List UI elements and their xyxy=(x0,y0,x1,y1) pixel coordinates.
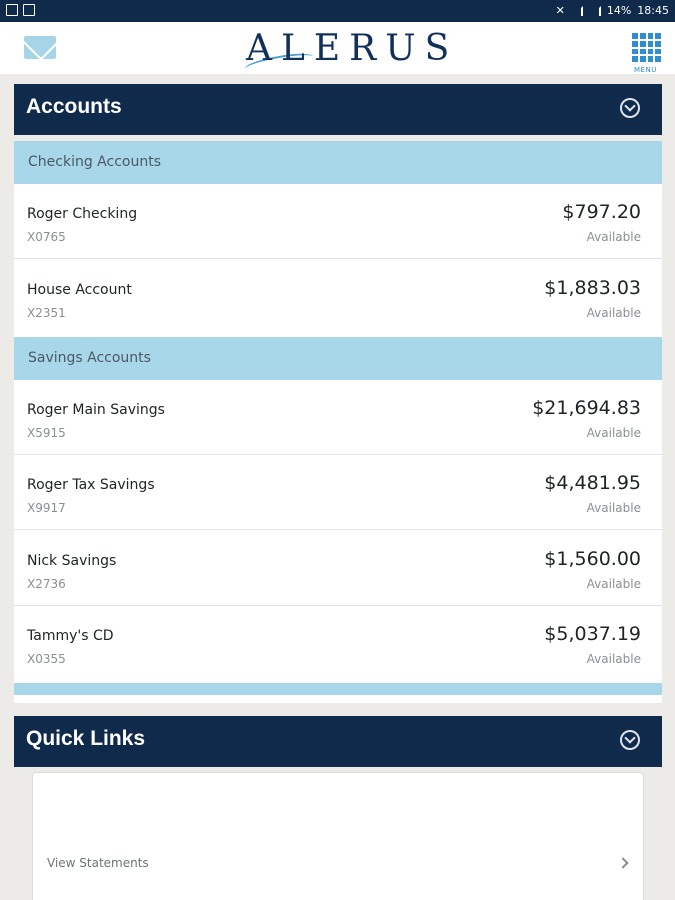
wifi-icon xyxy=(571,5,583,16)
accounts-header[interactable]: Accounts xyxy=(14,84,662,135)
account-balance: $1,560.00 xyxy=(544,548,641,570)
account-number: X5915 xyxy=(27,426,66,440)
photo-notification-icon xyxy=(6,4,18,16)
balance-status: Available xyxy=(586,230,641,244)
collapse-accounts-icon[interactable] xyxy=(620,98,640,118)
quick-link-label: View Statements xyxy=(47,856,149,870)
signal-icon xyxy=(589,5,601,16)
balance-status: Available xyxy=(586,652,641,666)
account-row[interactable]: Nick Savings X2736 $1,560.00 Available xyxy=(14,531,662,606)
quick-links-title: Quick Links xyxy=(26,727,146,750)
account-row[interactable]: Roger Checking X0765 $797.20 Available xyxy=(14,184,662,259)
account-row[interactable]: Roger Main Savings X5915 $21,694.83 Avai… xyxy=(14,380,662,455)
mute-icon: ✕ xyxy=(555,4,565,17)
accounts-title: Accounts xyxy=(26,95,122,118)
section-divider xyxy=(14,683,662,695)
account-number: X0765 xyxy=(27,230,66,244)
account-name: Roger Main Savings xyxy=(27,402,165,418)
account-balance: $797.20 xyxy=(562,201,641,223)
status-bar: ✕ 14% 18:45 xyxy=(0,0,675,22)
mail-icon[interactable] xyxy=(24,36,56,59)
quick-link-view-statements[interactable]: View Statements xyxy=(32,772,644,900)
section-label: Savings Accounts xyxy=(28,350,151,366)
app-header: ALERUS MENU xyxy=(0,22,675,76)
collapse-quick-links-icon[interactable] xyxy=(620,730,640,750)
menu-label[interactable]: MENU xyxy=(634,66,657,74)
accounts-list: Checking Accounts Roger Checking X0765 $… xyxy=(14,141,662,703)
balance-status: Available xyxy=(586,426,641,440)
account-row[interactable]: Roger Tax Savings X9917 $4,481.95 Availa… xyxy=(14,455,662,530)
balance-status: Available xyxy=(586,501,641,515)
balance-status: Available xyxy=(586,577,641,591)
account-number: X2736 xyxy=(27,577,66,591)
balance-status: Available xyxy=(586,306,641,320)
account-name: Roger Checking xyxy=(27,206,138,222)
account-balance: $5,037.19 xyxy=(544,623,641,645)
battery-level: 14% xyxy=(606,4,632,17)
chevron-right-icon xyxy=(617,857,629,869)
account-row[interactable]: Tammy's CD X0355 $5,037.19 Available xyxy=(14,606,662,681)
section-header-checking: Checking Accounts xyxy=(14,141,662,184)
download-notification-icon xyxy=(23,4,35,16)
account-name: Roger Tax Savings xyxy=(27,477,155,493)
section-header-savings: Savings Accounts xyxy=(14,337,662,380)
account-row[interactable]: House Account X2351 $1,883.03 Available xyxy=(14,260,662,335)
account-number: X2351 xyxy=(27,306,66,320)
account-name: Tammy's CD xyxy=(27,628,114,644)
account-balance: $21,694.83 xyxy=(532,397,641,419)
account-balance: $1,883.03 xyxy=(544,277,641,299)
account-number: X0355 xyxy=(27,652,66,666)
account-name: House Account xyxy=(27,282,132,298)
section-label: Checking Accounts xyxy=(28,154,161,170)
account-name: Nick Savings xyxy=(27,553,117,569)
clock: 18:45 xyxy=(637,4,669,17)
menu-grid-icon[interactable] xyxy=(632,33,661,62)
account-balance: $4,481.95 xyxy=(544,472,641,494)
alerus-logo: ALERUS xyxy=(246,28,459,69)
quick-links-header[interactable]: Quick Links xyxy=(14,716,662,767)
account-number: X9917 xyxy=(27,501,66,515)
